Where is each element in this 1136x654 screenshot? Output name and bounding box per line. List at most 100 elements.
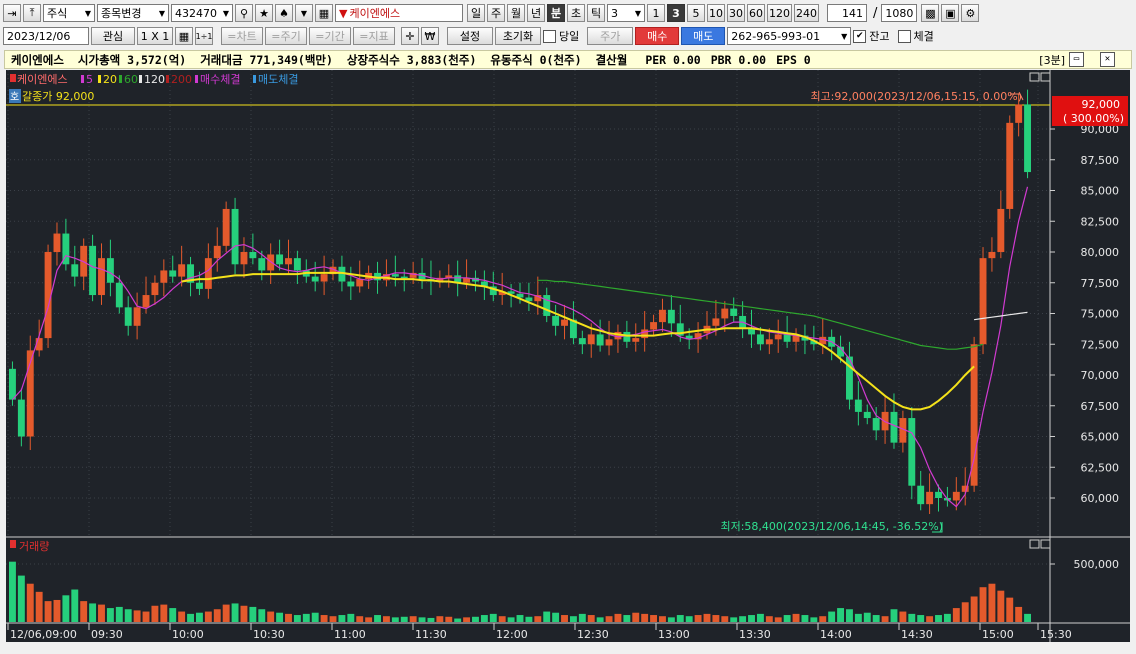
gear-icon[interactable]: ⚙ <box>961 4 980 22</box>
high-annotation: 최고:92,000(2023/12/06,15:15, 0.00%) <box>810 90 1022 103</box>
price-chart[interactable]: 케이엔에스 5 20 60 120 200 매수체결 매도체결 호 갈종가 92… <box>6 70 1130 642</box>
info-market-cap: 시가총액 3,572(억) <box>77 52 187 67</box>
settings-button[interactable]: 설정 <box>447 27 493 45</box>
layout-button[interactable]: 1 X 1 <box>137 27 173 45</box>
save-icon[interactable]: ▣ <box>941 4 960 22</box>
candle-body <box>641 329 649 339</box>
spade-icon[interactable]: ♠ <box>275 4 293 22</box>
reset-button[interactable]: 초기화 <box>495 27 541 45</box>
interval-1[interactable]: 1 <box>647 4 665 22</box>
candle-body <box>1024 104 1031 173</box>
today-checkbox-box[interactable] <box>543 29 556 43</box>
volume-bar <box>783 615 791 622</box>
chart-zoom-icon[interactable]: ▩ <box>921 4 940 22</box>
candle-body <box>98 258 105 296</box>
volume-bar <box>89 603 97 622</box>
layout-mini-button[interactable]: 1÷1 <box>195 27 213 45</box>
interval-select[interactable]: 3 ▼ <box>607 4 645 22</box>
period-second[interactable]: 초 <box>567 4 585 22</box>
volume-bar <box>926 616 934 622</box>
star-icon[interactable]: ★ <box>255 4 273 22</box>
watch-button[interactable]: 관심 <box>91 27 135 45</box>
minimize-icon[interactable]: ▭ <box>1069 52 1084 67</box>
stock-name-field[interactable]: ▼ 케이엔에스 <box>335 4 463 22</box>
fills-checkbox-box[interactable] <box>897 29 911 43</box>
pin-top-icon[interactable]: ⤒ <box>23 4 41 22</box>
legend-ma200-swatch <box>166 75 169 83</box>
time-tick-label: 13:30 <box>739 628 771 641</box>
legend-ma60-swatch <box>119 75 122 83</box>
info-eps: EPS 0 <box>776 52 811 67</box>
range-button[interactable]: =기간 <box>309 27 351 45</box>
won-icon[interactable]: ₩ <box>421 27 439 45</box>
fills-checkbox[interactable]: 체결 <box>897 28 934 44</box>
period-day[interactable]: 일 <box>467 4 485 22</box>
crosshair-icon[interactable]: ✛ <box>401 27 419 45</box>
flag-icon: ▼ <box>339 6 348 20</box>
interval-60[interactable]: 60 <box>747 4 765 22</box>
candle-body <box>1015 104 1023 123</box>
volume-bar <box>997 590 1005 622</box>
period-button[interactable]: =주기 <box>265 27 307 45</box>
interval-240[interactable]: 240 <box>794 4 819 22</box>
interval-10[interactable]: 10 <box>707 4 725 22</box>
interval-5[interactable]: 5 <box>687 4 705 22</box>
candle-body <box>952 491 960 501</box>
stock-code-input[interactable]: 432470 ▼ <box>171 4 233 22</box>
interval-120[interactable]: 120 <box>767 4 792 22</box>
period-tick[interactable]: 틱 <box>587 4 605 22</box>
count-value: 141 <box>842 6 863 20</box>
interval-value: 3 <box>611 6 618 20</box>
info-trade-value: 거래대금 771,349(백만) <box>200 52 333 67</box>
date-field[interactable]: 2023/12/06 <box>3 27 89 45</box>
sell-button[interactable]: 매도 <box>681 27 726 45</box>
volume-bar <box>774 617 782 622</box>
volume-bar <box>391 617 399 622</box>
volume-bar <box>507 617 515 622</box>
price-tick-label: 67,500 <box>1081 400 1120 413</box>
account-select[interactable]: 262-965-993-01 ▼ <box>727 27 852 45</box>
count-input[interactable]: 141 <box>827 4 867 22</box>
indicator-button[interactable]: =지표 <box>353 27 395 45</box>
grid-icon[interactable]: ▦ <box>315 4 333 22</box>
balance-checkbox[interactable]: ✔ 잔고 <box>853 28 890 44</box>
dropdown-arrow-icon[interactable]: ▼ <box>295 4 313 22</box>
legend-ma120-swatch <box>139 75 142 83</box>
period-minute[interactable]: 분 <box>547 4 565 22</box>
market-select[interactable]: 주식 ▼ <box>43 4 95 22</box>
candle-body <box>926 491 934 505</box>
volume-bar <box>534 616 542 622</box>
volume-bar <box>596 617 604 622</box>
period-year[interactable]: 년 <box>527 4 545 22</box>
volume-bar <box>285 613 292 622</box>
chart-button[interactable]: =차트 <box>221 27 263 45</box>
period-week[interactable]: 주 <box>487 4 505 22</box>
volume-label: 거래량 <box>19 540 49 553</box>
volume-bar <box>792 613 800 622</box>
interval-3[interactable]: 3 <box>667 4 685 22</box>
price-type-button[interactable]: 주가 <box>587 27 634 45</box>
today-checkbox[interactable]: 당일 <box>543 28 579 44</box>
buy-button[interactable]: 매수 <box>635 27 680 45</box>
volume-bar <box>382 616 390 622</box>
legend-sell-fill-swatch <box>253 75 256 83</box>
legend-stock-name: 케이엔에스 <box>17 73 68 86</box>
candle-body <box>917 485 925 505</box>
pin-icon[interactable]: ⇥ <box>3 4 21 22</box>
volume-bar <box>739 616 747 622</box>
volume-bar <box>53 599 61 622</box>
candle-body <box>311 276 319 282</box>
price-tick-label: 77,500 <box>1081 277 1120 290</box>
balance-checkbox-box[interactable]: ✔ <box>853 29 867 43</box>
period-month[interactable]: 월 <box>507 4 525 22</box>
search-icon[interactable]: ⚲ <box>235 4 253 22</box>
volume-bar <box>1024 613 1031 622</box>
calendar-icon[interactable]: ▦ <box>175 27 193 45</box>
interval-30[interactable]: 30 <box>727 4 745 22</box>
hoga-icon: 호 <box>10 91 19 103</box>
close-icon[interactable]: ✕ <box>1100 52 1115 67</box>
volume-bar <box>846 609 853 622</box>
change-stock-select[interactable]: 종목변경 ▼ <box>97 4 169 22</box>
volume-bar <box>71 589 79 622</box>
candle-body <box>222 208 230 246</box>
